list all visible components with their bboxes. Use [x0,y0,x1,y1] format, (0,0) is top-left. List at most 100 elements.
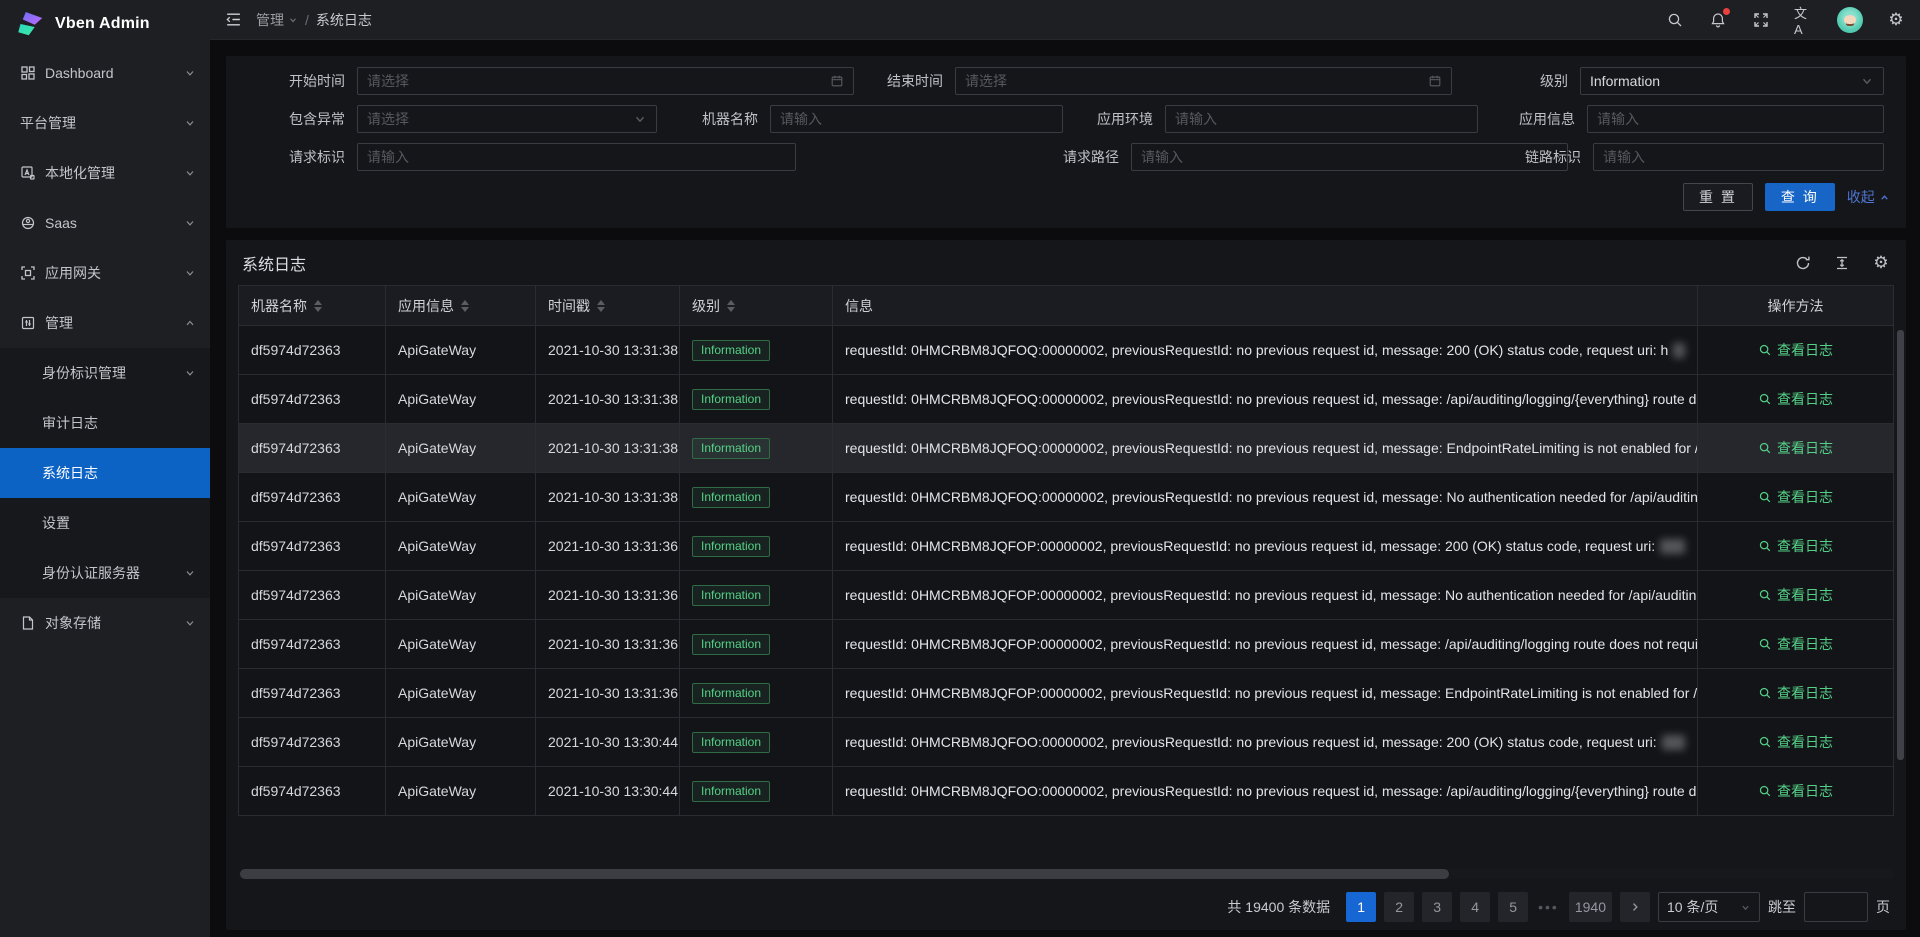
page-unit-label: 页 [1876,897,1890,917]
search-icon[interactable] [1665,10,1685,30]
start-time-label: 开始时间 [256,71,345,91]
start-time-input[interactable]: 请选择 [357,67,854,95]
search-button[interactable]: 查 询 [1765,183,1835,211]
jump-to-input[interactable] [1804,892,1868,922]
pagination-ellipsis[interactable]: ••• [1536,899,1561,915]
magnifier-icon [1758,686,1772,700]
column-header-level[interactable]: 级别 [680,286,833,325]
next-page-button[interactable] [1620,892,1650,922]
system-log-panel: 系统日志 ⚙ 机器名称 [226,240,1906,930]
app-info-input[interactable]: 请输入 [1587,105,1884,133]
magnifier-icon [1758,392,1772,406]
system-log-table: 机器名称 应用信息 时间戳 级别 信息 [238,285,1894,816]
sidebar-item-localization[interactable]: 本地化管理 [0,148,210,198]
reset-button[interactable]: 重 置 [1683,183,1753,211]
column-header-app[interactable]: 应用信息 [386,286,536,325]
trace-id-label: 链路标识 [1499,147,1581,167]
chevron-down-icon [633,112,647,126]
level-badge: Information [692,781,770,802]
breadcrumb-separator: / [305,12,309,28]
chevron-down-icon [184,167,196,179]
column-settings-icon[interactable]: ⚙ [1872,254,1890,272]
view-log-link[interactable]: 查看日志 [1758,389,1833,409]
pagination-total: 共 19400 条数据 [1227,897,1330,917]
page-button-4[interactable]: 4 [1460,892,1490,922]
view-log-link[interactable]: 查看日志 [1758,438,1833,458]
sort-icon [461,300,469,312]
chevron-right-icon [1629,901,1641,913]
table-horizontal-scrollbar [238,869,1894,879]
view-log-link[interactable]: 查看日志 [1758,536,1833,556]
machine-name-input[interactable]: 请输入 [770,105,1063,133]
sidebar-item-dashboard[interactable]: Dashboard [0,48,210,98]
page-size-select[interactable]: 10 条/页 [1658,892,1760,922]
app-info-label: 应用信息 [1493,109,1575,129]
level-select[interactable]: Information [1580,67,1884,95]
refresh-icon[interactable] [1794,254,1812,272]
end-time-label: 结束时间 [866,71,943,91]
page-button-3[interactable]: 3 [1422,892,1452,922]
machine-name-label: 机器名称 [676,109,758,129]
table-row: df5974d72363 ApiGateWay 2021-10-30 13:31… [239,571,1893,620]
translate-icon[interactable]: 文A [1794,10,1814,30]
exception-select[interactable]: 请选择 [357,105,657,133]
view-log-link[interactable]: 查看日志 [1758,732,1833,752]
trace-id-input[interactable]: 请输入 [1593,143,1884,171]
column-header-machine[interactable]: 机器名称 [239,286,386,325]
magnifier-icon [1758,784,1772,798]
page-button-1[interactable]: 1 [1346,892,1376,922]
breadcrumb-section[interactable]: 管理 [256,10,298,30]
sidebar-item-platform-admin[interactable]: 平台管理 [0,98,210,148]
view-log-link[interactable]: 查看日志 [1758,487,1833,507]
sidebar-item-auth-server[interactable]: 身份认证服务器 [0,548,210,598]
environment-input[interactable]: 请输入 [1165,105,1478,133]
page-button-2[interactable]: 2 [1384,892,1414,922]
chevron-down-icon [184,217,196,229]
sidebar-item-audit-log[interactable]: 审计日志 [0,398,210,448]
jump-to-label: 跳至 [1768,897,1796,917]
level-badge: Information [692,438,770,459]
bell-icon[interactable] [1708,10,1728,30]
sidebar-item-manage[interactable]: 管理 [0,298,210,348]
top-header: 管理 / 系统日志 文A ⚙ [210,0,1920,40]
level-badge: Information [692,732,770,753]
notification-dot [1723,8,1730,15]
table-vertical-scrollbar[interactable] [1897,330,1904,760]
sidebar-item-settings[interactable]: 设置 [0,498,210,548]
fullscreen-icon[interactable] [1751,10,1771,30]
column-header-timestamp[interactable]: 时间戳 [536,286,680,325]
app-logo[interactable]: Vben Admin [0,0,210,48]
level-badge: Information [692,340,770,361]
saas-icon [20,215,36,231]
table-row: df5974d72363 ApiGateWay 2021-10-30 13:30… [239,718,1893,767]
sidebar-item-app-gateway[interactable]: 应用网关 [0,248,210,298]
view-log-link[interactable]: 查看日志 [1758,340,1833,360]
sidebar-item-object-storage[interactable]: 对象存储 [0,598,210,648]
table-row: df5974d72363 ApiGateWay 2021-10-30 13:31… [239,620,1893,669]
magnifier-icon [1758,637,1772,651]
view-log-link[interactable]: 查看日志 [1758,634,1833,654]
settings-gear-icon[interactable]: ⚙ [1886,10,1906,30]
view-log-link[interactable]: 查看日志 [1758,585,1833,605]
view-log-link[interactable]: 查看日志 [1758,683,1833,703]
collapse-filters-link[interactable]: 收起 [1847,187,1890,207]
level-badge: Information [692,487,770,508]
chevron-down-icon [184,567,196,579]
sidebar-item-saas[interactable]: Saas [0,198,210,248]
sidebar: Vben Admin Dashboard 平台管理 [0,0,210,937]
end-time-input[interactable]: 请选择 [955,67,1452,95]
request-id-label: 请求标识 [256,147,345,167]
request-id-input[interactable]: 请输入 [357,143,796,171]
collapse-sidebar-icon[interactable] [220,7,246,33]
sidebar-item-identity-management[interactable]: 身份标识管理 [0,348,210,398]
page-button-last[interactable]: 1940 [1569,892,1612,922]
view-log-link[interactable]: 查看日志 [1758,781,1833,801]
avatar[interactable] [1837,7,1863,33]
sidebar-item-system-log[interactable]: 系统日志 [0,448,210,498]
horizontal-scrollbar-thumb[interactable] [240,869,1449,879]
main-menu: Dashboard 平台管理 本地化管理 [0,48,210,648]
level-badge: Information [692,634,770,655]
page-button-5[interactable]: 5 [1498,892,1528,922]
level-badge: Information [692,389,770,410]
row-height-icon[interactable] [1833,254,1851,272]
